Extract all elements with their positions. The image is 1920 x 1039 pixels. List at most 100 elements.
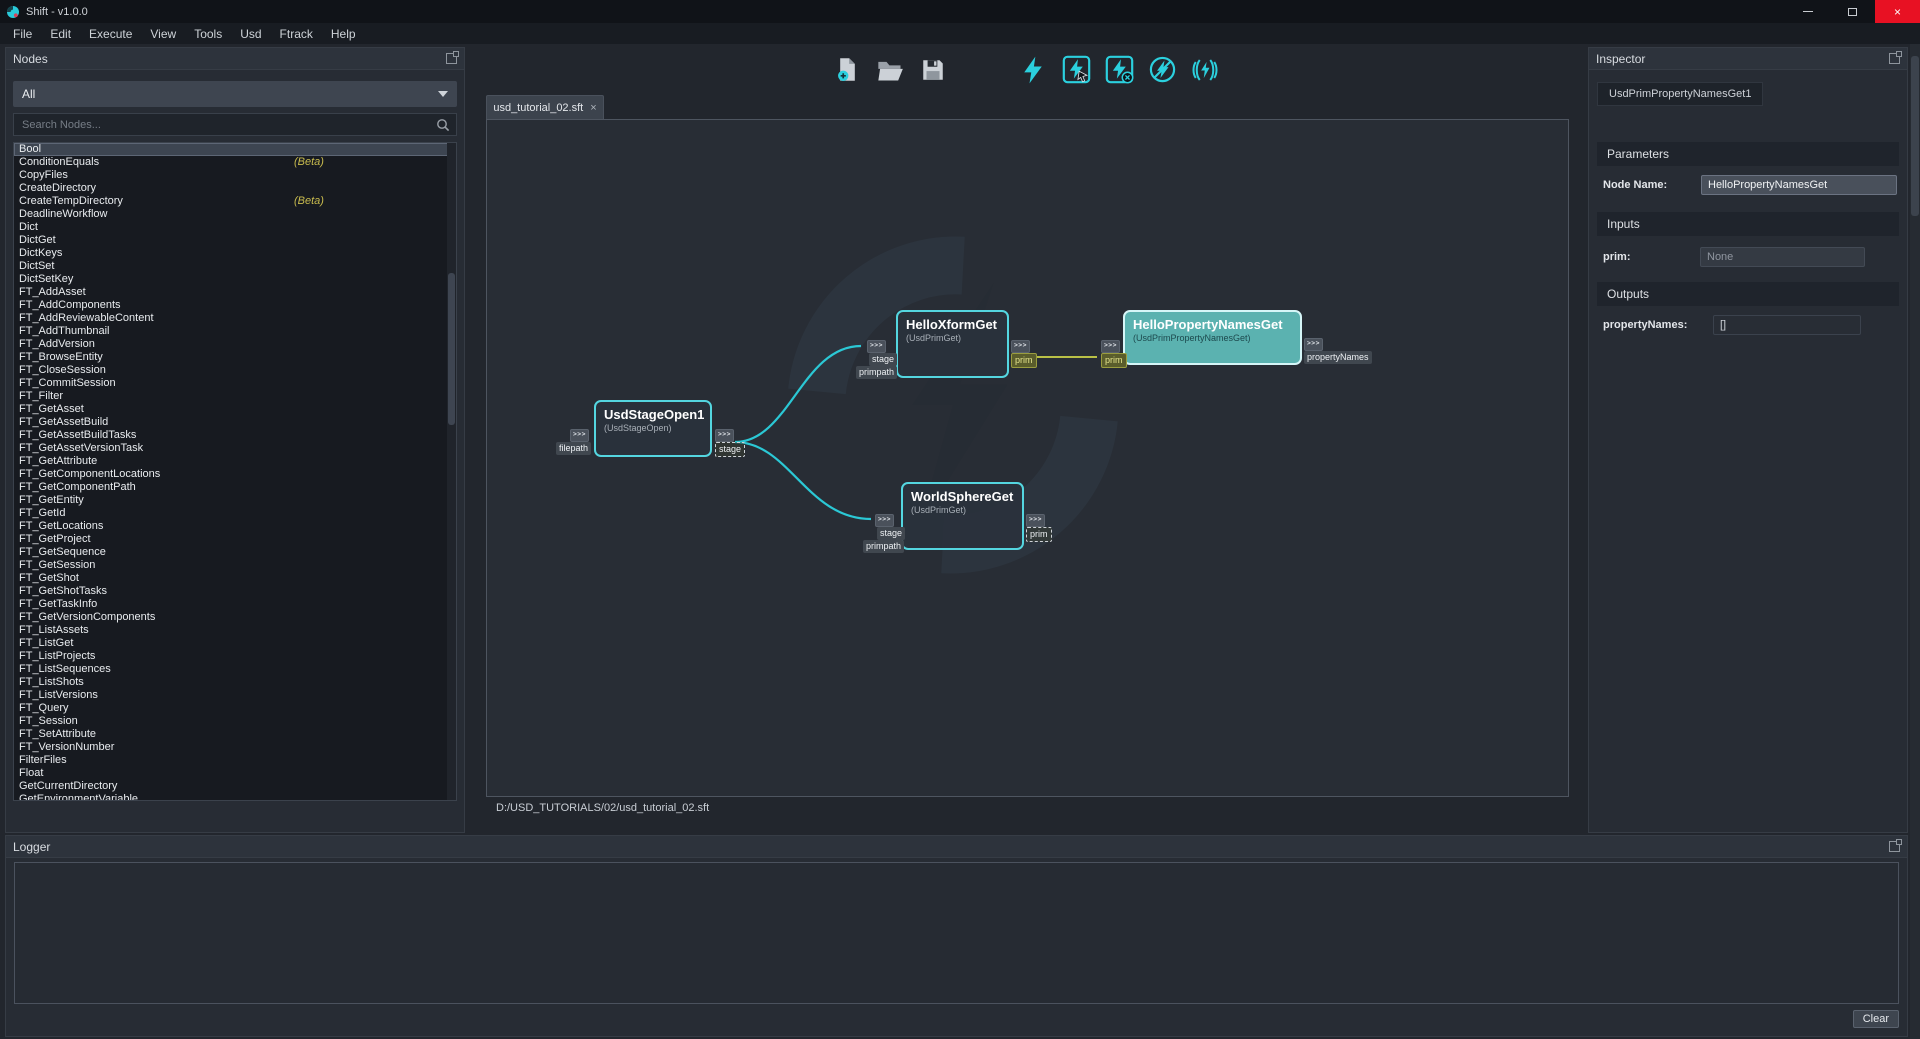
menu-file[interactable]: File bbox=[4, 27, 41, 41]
list-item[interactable]: DictGet bbox=[14, 234, 456, 247]
list-item[interactable]: FT_ListAssets bbox=[14, 624, 456, 637]
list-item[interactable]: FT_GetShotTasks bbox=[14, 585, 456, 598]
undock-icon[interactable] bbox=[1889, 53, 1900, 64]
list-item[interactable]: CreateDirectory bbox=[14, 182, 456, 195]
node-filter-dropdown[interactable]: All bbox=[13, 81, 457, 107]
execute-disable-icon[interactable] bbox=[1147, 55, 1177, 85]
list-item[interactable]: FT_SetAttribute bbox=[14, 728, 456, 741]
list-item[interactable]: FT_Filter bbox=[14, 390, 456, 403]
clear-button[interactable]: Clear bbox=[1853, 1010, 1899, 1028]
tab-usd-tutorial[interactable]: usd_tutorial_02.sft × bbox=[486, 95, 604, 119]
list-item[interactable]: FT_GetComponentPath bbox=[14, 481, 456, 494]
list-item[interactable]: FT_GetComponentLocations bbox=[14, 468, 456, 481]
graph-node-helloxformget[interactable]: HelloXformGet (UsdPrimGet) >>> stage pri… bbox=[896, 310, 1009, 378]
list-item[interactable]: FT_GetEntity bbox=[14, 494, 456, 507]
graph-node-usdstageopen1[interactable]: UsdStageOpen1 (UsdStageOpen) >>> filepat… bbox=[594, 400, 712, 457]
list-item[interactable]: FT_GetLocations bbox=[14, 520, 456, 533]
node-name-field[interactable] bbox=[1701, 175, 1897, 195]
list-item[interactable]: CopyFiles bbox=[14, 169, 456, 182]
save-file-icon[interactable] bbox=[918, 55, 948, 85]
menu-ftrack[interactable]: Ftrack bbox=[271, 27, 322, 41]
menu-edit[interactable]: Edit bbox=[41, 27, 80, 41]
list-item[interactable]: DictSetKey bbox=[14, 273, 456, 286]
input-port-icon[interactable]: >>> bbox=[867, 340, 886, 353]
new-file-icon[interactable] bbox=[832, 55, 862, 85]
output-port-icon[interactable]: >>> bbox=[1026, 514, 1045, 527]
list-item[interactable]: GetCurrentDirectory bbox=[14, 780, 456, 793]
graph-node-worldsphereget[interactable]: WorldSphereGet (UsdPrimGet) >>> stage pr… bbox=[901, 482, 1024, 550]
list-item[interactable]: FT_GetAssetBuild bbox=[14, 416, 456, 429]
undock-icon[interactable] bbox=[446, 53, 457, 64]
list-item[interactable]: ConditionEquals (Beta) bbox=[14, 156, 456, 169]
execute-live-icon[interactable] bbox=[1190, 55, 1220, 85]
menu-tools[interactable]: Tools bbox=[185, 27, 231, 41]
list-item[interactable]: FT_ListSequences bbox=[14, 663, 456, 676]
list-item[interactable]: FT_CloseSession bbox=[14, 364, 456, 377]
menu-help[interactable]: Help bbox=[322, 27, 365, 41]
input-port-icon[interactable]: >>> bbox=[1101, 340, 1120, 353]
list-item[interactable]: FT_GetShot bbox=[14, 572, 456, 585]
output-port-icon[interactable]: >>> bbox=[1011, 340, 1030, 353]
list-item[interactable]: FT_AddThumbnail bbox=[14, 325, 456, 338]
list-item[interactable]: Dict bbox=[14, 221, 456, 234]
list-item[interactable]: FT_GetAssetVersionTask bbox=[14, 442, 456, 455]
list-item[interactable]: FT_GetSequence bbox=[14, 546, 456, 559]
list-item[interactable]: FT_GetAsset bbox=[14, 403, 456, 416]
list-item[interactable]: FT_Query bbox=[14, 702, 456, 715]
prim-field[interactable] bbox=[1700, 247, 1865, 267]
execute-cancel-icon[interactable] bbox=[1104, 55, 1134, 85]
list-item[interactable]: FT_GetSession bbox=[14, 559, 456, 572]
list-item[interactable]: FT_GetProject bbox=[14, 533, 456, 546]
open-file-icon[interactable] bbox=[875, 55, 905, 85]
list-item[interactable]: FT_ListShots bbox=[14, 676, 456, 689]
list-item[interactable]: FT_GetTaskInfo bbox=[14, 598, 456, 611]
list-item[interactable]: FT_GetId bbox=[14, 507, 456, 520]
menu-execute[interactable]: Execute bbox=[80, 27, 141, 41]
list-item[interactable]: FT_AddVersion bbox=[14, 338, 456, 351]
output-port-icon[interactable]: >>> bbox=[1304, 338, 1323, 351]
list-item[interactable]: FT_GetVersionComponents bbox=[14, 611, 456, 624]
output-port-icon[interactable]: >>> bbox=[715, 429, 734, 442]
list-item[interactable]: DictSet bbox=[14, 260, 456, 273]
list-item[interactable]: FilterFiles bbox=[14, 754, 456, 767]
tab-close-icon[interactable]: × bbox=[590, 102, 596, 114]
list-item[interactable]: FT_AddReviewableContent bbox=[14, 312, 456, 325]
search-input[interactable] bbox=[14, 119, 436, 131]
node-graph-canvas[interactable]: UsdStageOpen1 (UsdStageOpen) >>> filepat… bbox=[486, 119, 1569, 797]
scrollbar-thumb[interactable] bbox=[448, 273, 455, 425]
list-item[interactable]: DeadlineWorkflow bbox=[14, 208, 456, 221]
list-item[interactable]: CreateTempDirectory (Beta) bbox=[14, 195, 456, 208]
list-item[interactable]: DictKeys bbox=[14, 247, 456, 260]
inspector-node-tab[interactable]: UsdPrimPropertyNamesGet1 bbox=[1597, 82, 1763, 106]
node-list-scrollbar[interactable] bbox=[447, 143, 456, 800]
propertynames-field[interactable] bbox=[1713, 315, 1861, 335]
list-item[interactable]: Float bbox=[14, 767, 456, 780]
list-item[interactable]: FT_GetAttribute bbox=[14, 455, 456, 468]
input-port-icon[interactable]: >>> bbox=[570, 429, 589, 442]
list-item[interactable]: FT_ListGet bbox=[14, 637, 456, 650]
list-item[interactable]: FT_AddAsset bbox=[14, 286, 456, 299]
menu-view[interactable]: View bbox=[141, 27, 185, 41]
window-scrollbar[interactable] bbox=[1910, 44, 1920, 1039]
list-item[interactable]: GetEnvironmentVariable bbox=[14, 793, 456, 801]
undock-icon[interactable] bbox=[1889, 841, 1900, 852]
maximize-button[interactable] bbox=[1830, 0, 1875, 23]
list-item[interactable]: FT_GetAssetBuildTasks bbox=[14, 429, 456, 442]
execute-selected-icon[interactable] bbox=[1061, 55, 1091, 85]
list-item[interactable]: FT_ListProjects bbox=[14, 650, 456, 663]
list-item[interactable]: FT_ListVersions bbox=[14, 689, 456, 702]
list-item[interactable]: FT_AddComponents bbox=[14, 299, 456, 312]
node-subtitle: (UsdPrimGet) bbox=[903, 504, 1022, 516]
menu-usd[interactable]: Usd bbox=[231, 27, 270, 41]
scrollbar-thumb[interactable] bbox=[1911, 56, 1919, 216]
list-item[interactable]: FT_CommitSession bbox=[14, 377, 456, 390]
close-button[interactable]: × bbox=[1875, 0, 1920, 23]
list-item[interactable]: FT_VersionNumber bbox=[14, 741, 456, 754]
list-item[interactable]: FT_BrowseEntity bbox=[14, 351, 456, 364]
execute-all-icon[interactable] bbox=[1018, 55, 1048, 85]
minimize-button[interactable] bbox=[1785, 0, 1830, 23]
list-item[interactable]: Bool bbox=[14, 143, 456, 156]
list-item[interactable]: FT_Session bbox=[14, 715, 456, 728]
graph-node-hellopropertynamesget[interactable]: HelloPropertyNamesGet (UsdPrimPropertyNa… bbox=[1123, 310, 1302, 365]
input-port-icon[interactable]: >>> bbox=[875, 514, 894, 527]
